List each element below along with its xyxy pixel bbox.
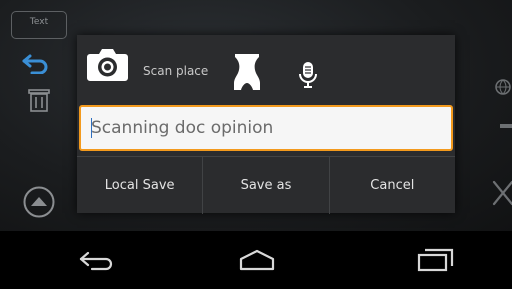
camera-icon[interactable] — [86, 47, 129, 82]
globe-icon[interactable] — [494, 78, 512, 100]
back-icon — [79, 251, 113, 271]
text-tab[interactable]: Text — [11, 11, 67, 39]
cancel-button[interactable]: Cancel — [328, 157, 455, 214]
home-icon — [239, 249, 275, 271]
undo-icon[interactable] — [22, 52, 52, 78]
dialog-button-row: Local Save Save as Cancel — [77, 156, 455, 214]
dialog-toolbar: Scan place — [77, 35, 455, 102]
system-navigation-bar — [0, 231, 512, 289]
filename-input[interactable] — [81, 107, 451, 149]
scan-place-label[interactable]: Scan place — [143, 64, 208, 78]
back-button[interactable] — [38, 231, 158, 289]
home-button[interactable] — [197, 231, 317, 289]
text-tab-label: Text — [29, 17, 49, 27]
close-icon[interactable] — [490, 178, 512, 212]
scroll-up-icon[interactable] — [22, 185, 56, 223]
trash-icon[interactable] — [28, 88, 50, 116]
recents-button[interactable] — [375, 231, 495, 289]
microphone-icon[interactable] — [299, 61, 317, 93]
body-silhouette-icon[interactable] — [233, 53, 261, 95]
recents-icon — [417, 248, 454, 272]
save-as-button[interactable]: Save as — [202, 157, 328, 214]
save-dialog: Scan place Local Save Save as Cancel — [77, 35, 455, 214]
local-save-button[interactable]: Local Save — [77, 157, 202, 214]
filename-input-field[interactable] — [79, 105, 453, 151]
minus-icon[interactable] — [500, 115, 512, 134]
text-caret — [91, 118, 92, 138]
